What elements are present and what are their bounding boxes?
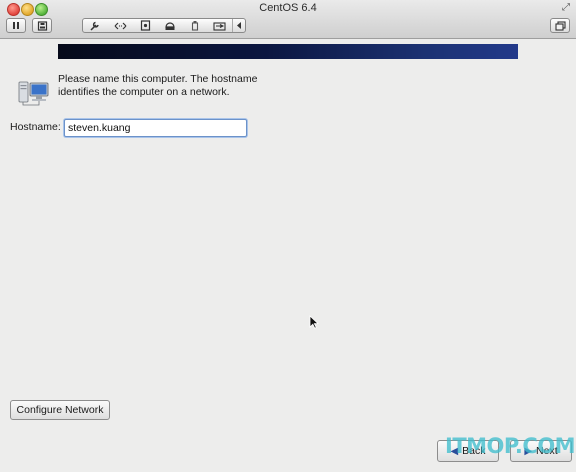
title-bar: CentOS 6.4 ⤢ bbox=[0, 0, 576, 39]
next-arrow-icon: ▶ bbox=[524, 445, 533, 457]
window-mode-button[interactable] bbox=[550, 18, 570, 33]
mouse-pointer-icon bbox=[309, 315, 319, 329]
cd-drive-icon bbox=[165, 22, 175, 30]
configure-network-button[interactable]: Configure Network bbox=[10, 400, 110, 420]
back-label: Back bbox=[462, 445, 486, 457]
snapshot-icon bbox=[37, 20, 47, 31]
back-button[interactable]: ◀ Back bbox=[437, 440, 499, 462]
snapshot-button[interactable] bbox=[32, 18, 52, 33]
network-computer-icon bbox=[18, 81, 49, 106]
back-arrow-icon: ◀ bbox=[450, 445, 459, 457]
chevron-left-icon bbox=[237, 22, 242, 29]
window-title: CentOS 6.4 bbox=[259, 2, 317, 14]
installer-banner bbox=[58, 44, 518, 59]
fullscreen-icon[interactable]: ⤢ bbox=[562, 2, 570, 13]
device-toolbar bbox=[82, 18, 246, 33]
usb-button[interactable] bbox=[182, 19, 207, 32]
toolbar-collapse-button[interactable] bbox=[232, 19, 245, 32]
network-arrows-icon bbox=[114, 22, 127, 29]
window-icon bbox=[554, 20, 566, 31]
settings-button[interactable] bbox=[83, 19, 108, 32]
next-label: Next bbox=[536, 445, 558, 457]
hostname-input[interactable] bbox=[64, 119, 247, 137]
cd-drive-button[interactable] bbox=[158, 19, 183, 32]
usb-icon bbox=[191, 21, 198, 31]
disk-icon bbox=[140, 20, 150, 31]
pause-button[interactable] bbox=[6, 18, 26, 33]
hostname-instructions: Please name this computer. The hostname … bbox=[58, 73, 258, 98]
hostname-label: Hostname: bbox=[10, 121, 61, 133]
settings-wrench-icon bbox=[90, 21, 100, 31]
shared-folder-button[interactable] bbox=[207, 19, 232, 32]
disk-button[interactable] bbox=[133, 19, 158, 32]
pause-icon bbox=[13, 22, 19, 29]
shared-folder-icon bbox=[213, 21, 226, 31]
network-button[interactable] bbox=[108, 19, 133, 32]
next-button[interactable]: ▶ Next bbox=[510, 440, 572, 462]
vm-window: CentOS 6.4 ⤢ Please name this computer. … bbox=[0, 0, 576, 472]
